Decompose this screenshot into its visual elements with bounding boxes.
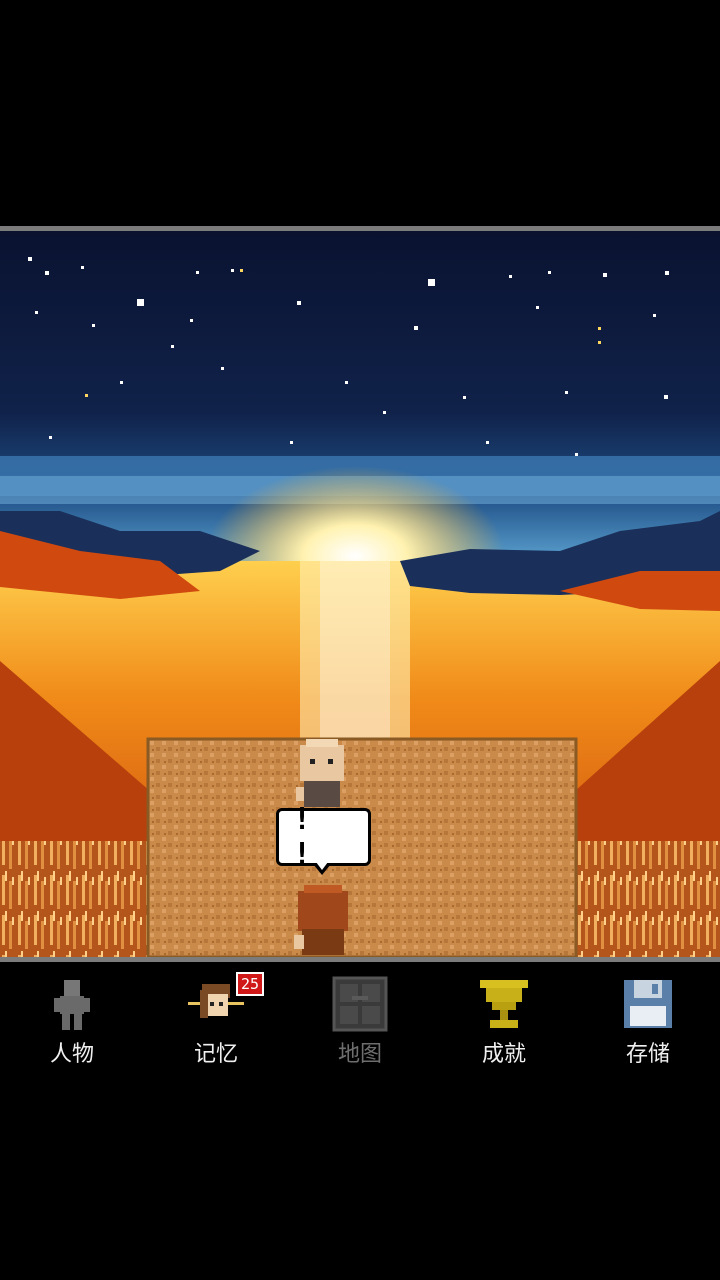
trophy-icon	[480, 980, 528, 1028]
map-icon	[332, 976, 388, 1032]
menu-label-save: 存储	[625, 1042, 670, 1067]
menu-label-memory: 记忆	[193, 1042, 238, 1067]
menu-item-map[interactable]: 地图	[305, 976, 415, 1067]
speech-bubble: ! !	[276, 802, 371, 872]
menu-label-character: 人物	[49, 1042, 94, 1067]
menu-label-map: 地图	[337, 1042, 382, 1067]
menu-item-save[interactable]: 存储	[593, 976, 703, 1067]
speech-bubble-tail-fill	[316, 862, 328, 870]
character-icon	[54, 980, 90, 1030]
menu-item-achievements[interactable]: 成就	[449, 976, 559, 1067]
menu-item-character[interactable]: 人物	[17, 976, 127, 1067]
bottom-menu: 人物 记忆 25 地图 成就 存储	[0, 962, 720, 1280]
memory-badge: 25	[236, 972, 264, 996]
top-black-bar	[0, 0, 720, 226]
save-icon	[624, 980, 672, 1028]
menu-label-achievements: 成就	[481, 1042, 526, 1067]
old-man-character	[296, 739, 344, 807]
player-character	[294, 885, 348, 955]
